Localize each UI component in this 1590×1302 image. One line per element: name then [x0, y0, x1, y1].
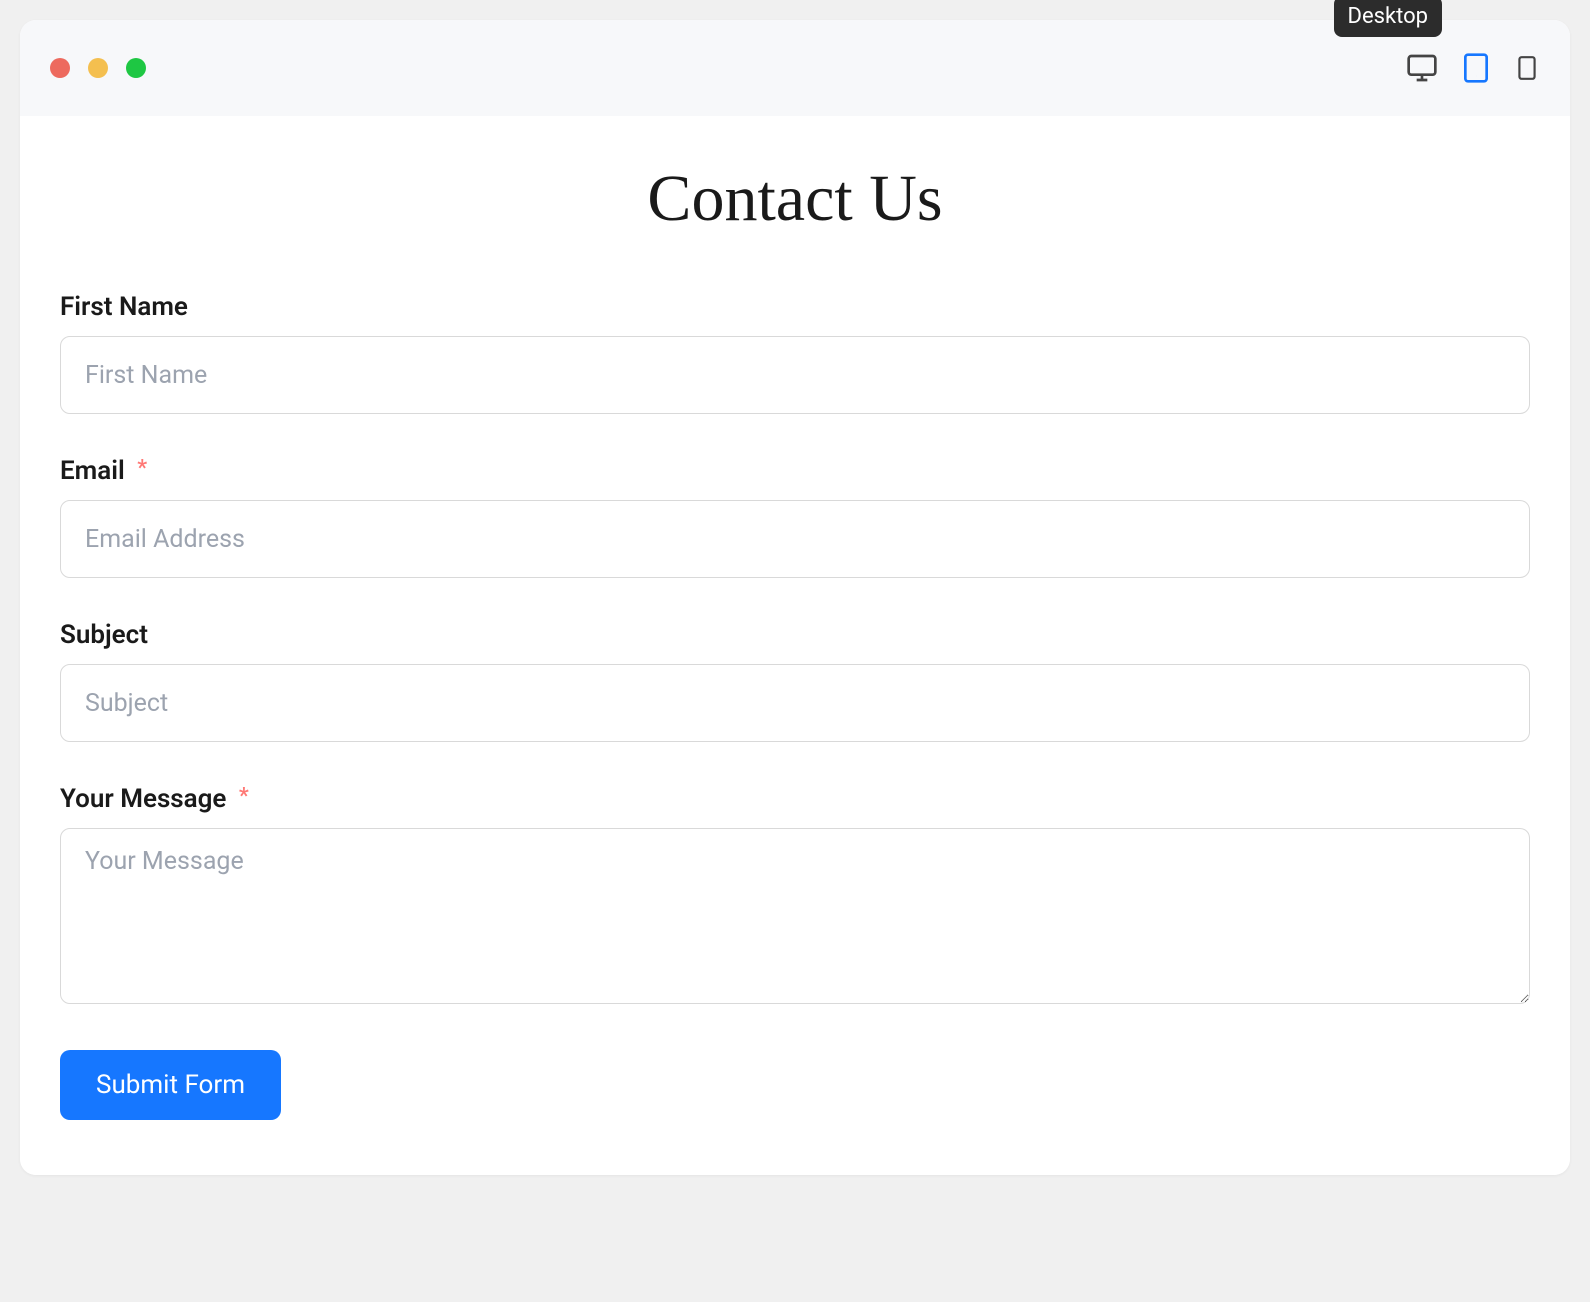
first-name-input[interactable]	[60, 336, 1530, 414]
first-name-label: First Name	[60, 292, 1530, 322]
message-label: Your Message *	[60, 784, 1530, 814]
email-label: Email *	[60, 456, 1530, 486]
close-icon[interactable]	[50, 58, 70, 78]
message-label-text: Your Message	[60, 784, 226, 814]
submit-button[interactable]: Submit Form	[60, 1050, 281, 1120]
device-buttons	[1406, 52, 1540, 84]
desktop-view-button[interactable]	[1406, 52, 1438, 84]
email-input[interactable]	[60, 500, 1530, 578]
message-textarea[interactable]	[60, 828, 1530, 1004]
form-group-message: Your Message *	[60, 784, 1530, 1008]
mobile-view-button[interactable]	[1514, 52, 1540, 84]
traffic-lights	[50, 58, 146, 78]
minimize-icon[interactable]	[88, 58, 108, 78]
desktop-icon	[1406, 52, 1438, 84]
required-star-icon: *	[137, 456, 147, 481]
contact-form: First Name Email * Subject Your Message …	[60, 292, 1530, 1120]
mobile-icon	[1514, 52, 1540, 84]
subject-input[interactable]	[60, 664, 1530, 742]
tablet-icon	[1460, 52, 1492, 84]
maximize-icon[interactable]	[126, 58, 146, 78]
email-label-text: Email	[60, 456, 125, 486]
required-star-icon: *	[239, 784, 249, 809]
form-group-first-name: First Name	[60, 292, 1530, 414]
form-group-subject: Subject	[60, 620, 1530, 742]
page-title: Contact Us	[60, 161, 1530, 237]
subject-label: Subject	[60, 620, 1530, 650]
tablet-view-button[interactable]	[1460, 52, 1492, 84]
tooltip-desktop: Desktop	[1334, 0, 1443, 37]
form-group-email: Email *	[60, 456, 1530, 578]
window-body: Contact Us First Name Email * Subject Yo…	[20, 116, 1570, 1175]
browser-window: Contact Us First Name Email * Subject Yo…	[20, 20, 1570, 1175]
